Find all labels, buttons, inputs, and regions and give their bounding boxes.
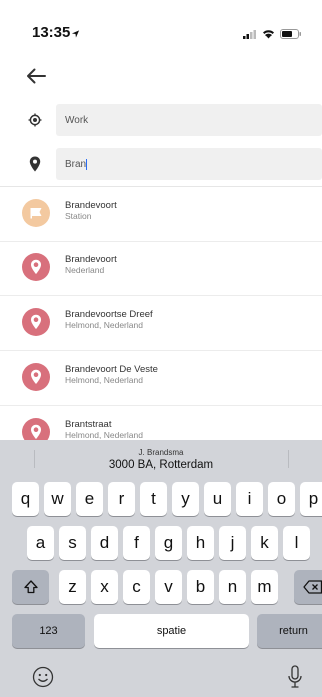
origin-row: Work — [0, 104, 322, 136]
shift-key[interactable] — [12, 570, 49, 604]
key-s[interactable]: s — [59, 526, 86, 560]
key-f[interactable]: f — [123, 526, 150, 560]
space-key[interactable]: spatie — [94, 614, 249, 648]
suggestion-bar[interactable]: J. Brandsma 3000 BA, Rotterdam — [0, 440, 322, 478]
result-subtitle: Station — [65, 211, 92, 221]
key-p[interactable]: p — [300, 482, 322, 516]
pin-icon — [22, 363, 50, 391]
arrow-left-icon — [27, 68, 46, 84]
result-name: Brandevoortse Dreef — [65, 309, 153, 320]
result-name: Brantstraat — [65, 419, 112, 430]
key-d[interactable]: d — [91, 526, 118, 560]
keyboard: J. Brandsma 3000 BA, Rotterdam 123 spati… — [0, 440, 322, 697]
key-i[interactable]: i — [236, 482, 263, 516]
shift-arrow-icon — [23, 580, 38, 594]
result-item[interactable]: Brandevoort Nederland — [0, 241, 322, 296]
key-b[interactable]: b — [187, 570, 214, 604]
location-target-icon — [26, 111, 44, 129]
back-button[interactable] — [22, 62, 50, 90]
origin-field-value: Work — [65, 114, 89, 126]
wifi-icon — [262, 26, 275, 44]
key-k[interactable]: k — [251, 526, 278, 560]
key-t[interactable]: t — [140, 482, 167, 516]
result-subtitle: Helmond, Nederland — [65, 320, 143, 330]
location-arrow-icon — [71, 26, 80, 44]
key-l[interactable]: l — [283, 526, 310, 560]
status-icons — [243, 26, 302, 44]
status-bar: 13:35 — [0, 0, 322, 58]
key-r[interactable]: r — [108, 482, 135, 516]
key-z[interactable]: z — [59, 570, 86, 604]
key-c[interactable]: c — [123, 570, 150, 604]
destination-field[interactable]: Bran — [56, 148, 322, 180]
pin-icon — [22, 253, 50, 281]
key-n[interactable]: n — [219, 570, 246, 604]
result-name: Brandevoort De Veste — [65, 364, 158, 375]
key-x[interactable]: x — [91, 570, 118, 604]
key-u[interactable]: u — [204, 482, 231, 516]
destination-field-value: Bran — [65, 158, 87, 170]
destination-row: Bran — [0, 148, 322, 180]
key-e[interactable]: e — [76, 482, 103, 516]
result-name: Brandevoort — [65, 254, 117, 265]
status-time: 13:35 — [32, 24, 71, 41]
microphone-icon[interactable] — [287, 665, 303, 694]
numbers-key[interactable]: 123 — [12, 614, 85, 648]
emoji-icon[interactable] — [32, 666, 54, 693]
key-j[interactable]: j — [219, 526, 246, 560]
key-o[interactable]: o — [268, 482, 295, 516]
battery-icon — [280, 26, 302, 44]
result-item[interactable]: Brandevoort De Veste Helmond, Nederland — [0, 351, 322, 406]
origin-field[interactable]: Work — [56, 104, 322, 136]
suggestion-name: J. Brandsma — [138, 448, 184, 457]
pin-icon — [22, 308, 50, 336]
result-name: Brandevoort — [65, 200, 117, 211]
key-h[interactable]: h — [187, 526, 214, 560]
map-pin-icon — [26, 155, 44, 173]
result-item[interactable]: Brandevoortse Dreef Helmond, Nederland — [0, 296, 322, 351]
key-a[interactable]: a — [27, 526, 54, 560]
key-y[interactable]: y — [172, 482, 199, 516]
result-subtitle: Nederland — [65, 265, 105, 275]
key-g[interactable]: g — [155, 526, 182, 560]
text-caret — [86, 158, 88, 170]
delete-key[interactable] — [294, 570, 322, 604]
key-m[interactable]: m — [251, 570, 278, 604]
key-w[interactable]: w — [44, 482, 71, 516]
signal-icon — [243, 26, 257, 44]
suggestion-address: 3000 BA, Rotterdam — [108, 459, 214, 471]
result-subtitle: Helmond, Nederland — [65, 430, 143, 440]
key-v[interactable]: v — [155, 570, 182, 604]
return-key[interactable]: return — [257, 614, 322, 648]
key-q[interactable]: q — [12, 482, 39, 516]
result-item[interactable]: Brandevoort Station — [0, 187, 322, 242]
backspace-icon — [302, 580, 322, 594]
flag-icon — [22, 199, 50, 227]
result-subtitle: Helmond, Nederland — [65, 375, 143, 385]
